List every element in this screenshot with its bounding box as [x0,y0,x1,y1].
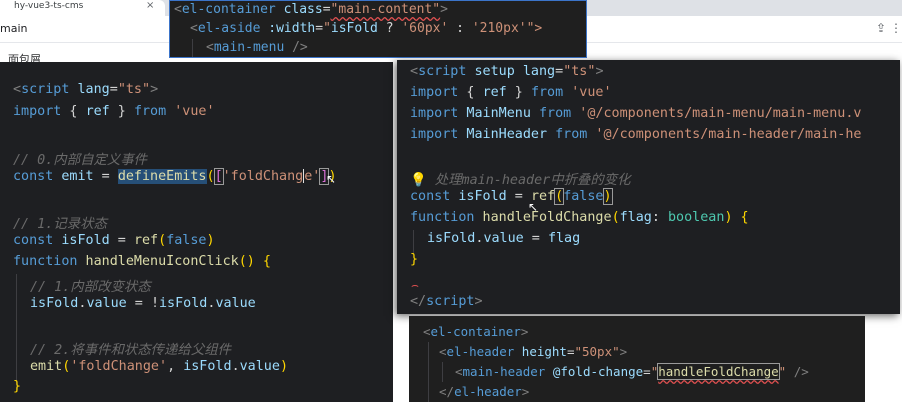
mouse-cursor-icon: ↖ [326,172,337,186]
code-line: function handleMenuIconClick() { [13,254,271,269]
code-panel-bottom: <el-container> <el-header height="50px">… [409,316,865,402]
share-icon[interactable]: ⇪ [876,21,886,35]
code-line: const isFold = ref(false) [410,188,613,205]
code-line: <script lang="ts"> [13,82,159,97]
code-line: const isFold = ref(false) [13,233,215,248]
code-line: } [13,379,22,394]
code-line: const emit = defineEmits(['foldChange']) [13,168,337,185]
code-line: import MainHeader from '@/components/mai… [410,127,862,142]
code-comment: // 2.将事件和状态传递给父组件 [30,343,231,358]
code-line: </script> [410,294,483,309]
mouse-cursor-icon: ↖ [528,200,539,214]
code-panel-right: <script setup lang="ts"> import { ref } … [397,60,900,314]
code-comment: // 1.内部改变状态 [30,280,151,295]
code-line: import MainMenu from '@/components/main-… [410,106,862,121]
menu-icon[interactable]: ⋮ [890,21,902,35]
code-comment: 💡 处理main-header中折叠的变化 [410,173,631,188]
code-line: isFold.value = flag [427,231,581,246]
code-line: <el-header height="50px"> [439,344,628,359]
code-comment: // 1.记录状态 [13,217,107,232]
code-line: isFold.value = !isFold.value [30,296,256,311]
code-line: import { ref } from 'vue' [410,85,612,100]
browser-tab[interactable]: hy-vue3-ts-cms × [0,0,165,16]
close-icon[interactable]: × [146,0,154,11]
error-squiggle: ⌢ [411,278,419,292]
code-line: <el-container> [423,324,529,339]
code-line: </el-header> [439,384,530,399]
code-line: } [410,252,419,267]
code-panel-top: <el-container class="main-content"> <el-… [169,0,587,58]
code-comment: // 0.内部自定义事件 [13,153,148,168]
tab-title: hy-vue3-ts-cms [14,1,84,11]
code-line: emit('foldChange', isFold.value) [30,359,288,374]
code-line: <main-menu /> [206,40,308,55]
code-line: <el-aside :width="isFold ? '60px' : '210… [190,21,543,36]
code-panel-left: <script lang="ts"> import { ref } from '… [0,62,393,402]
code-line: <script setup lang="ts"> [410,64,604,79]
address-text[interactable]: main [0,22,27,35]
lightbulb-icon: 💡 [410,173,427,188]
code-line: <el-container class="main-content"> [174,2,448,17]
code-line: import { ref } from 'vue' [13,104,215,119]
code-line: function handleFoldChange(flag: boolean)… [410,210,749,225]
code-line: <main-header @fold-change="handleFoldCha… [455,363,809,380]
